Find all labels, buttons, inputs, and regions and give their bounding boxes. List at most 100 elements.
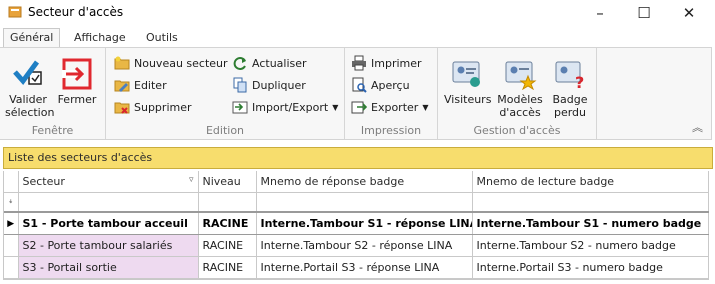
group-title-edition: Edition xyxy=(205,124,245,137)
folder-delete-icon xyxy=(114,102,130,114)
group-title-fenetre: Fenêtre xyxy=(31,124,74,137)
filter-row: ⍖ xyxy=(4,192,709,213)
folder-new-icon xyxy=(114,56,130,70)
table-row[interactable]: ▶ S1 - Porte tambour acceuil RACINE Inte… xyxy=(4,211,709,235)
validate-check-icon xyxy=(13,60,42,85)
access-model-badge-icon xyxy=(505,61,537,90)
filter-cell[interactable] xyxy=(18,192,199,213)
sectors-grid: Secteur ▿ Niveau Mnemo de réponse badge M… xyxy=(3,171,709,280)
modeles-label: Modèles xyxy=(497,93,543,106)
filter-cell[interactable] xyxy=(472,192,709,213)
dupliquer-button[interactable]: Dupliquer xyxy=(232,76,306,94)
badge-label: Badge xyxy=(552,93,588,106)
cell-mnemo-reponse[interactable]: Interne.Portail S3 - réponse LINA xyxy=(256,256,473,279)
import-export-icon xyxy=(232,101,248,114)
cell-niveau[interactable]: RACINE xyxy=(198,211,257,235)
window-title: Secteur d'accès xyxy=(28,5,124,19)
export-icon xyxy=(351,101,367,114)
cell-mnemo-lecture[interactable]: Interne.Tambour S2 - numero badge xyxy=(472,234,709,257)
modeles-label-2: d'accès xyxy=(499,106,541,119)
group-edition: Nouveau secteur Editer Supprimer Actuali… xyxy=(106,48,345,139)
group-impression: Imprimer Aperçu Exporter ▼ Impression xyxy=(345,48,438,139)
refresh-icon xyxy=(233,57,246,70)
exit-icon xyxy=(62,58,92,90)
ribbon-tabs: Général Affichage Outils xyxy=(0,25,715,47)
column-header-mnemo-reponse[interactable]: Mnemo de réponse badge xyxy=(256,171,473,193)
tab-outils[interactable]: Outils xyxy=(140,29,184,47)
panel-header: Liste des secteurs d'accès xyxy=(3,147,713,169)
apercu-label: Aperçu xyxy=(371,78,410,92)
ribbon: Valider sélection Fermer Fenêtre Nouveau… xyxy=(0,47,712,140)
supprimer-label: Supprimer xyxy=(134,100,192,114)
actualiser-label: Actualiser xyxy=(252,56,307,70)
maximize-button[interactable]: ☐ xyxy=(621,0,667,25)
filter-funnel-icon[interactable]: ▿ xyxy=(189,175,194,185)
cell-niveau[interactable]: RACINE xyxy=(198,256,257,279)
cell-secteur[interactable]: S2 - Porte tambour salariés xyxy=(18,234,199,257)
filter-pin-icon: ⍖ xyxy=(4,192,19,213)
editer-button[interactable]: Editer xyxy=(114,76,167,94)
title-bar: Secteur d'accès – ☐ ✕ xyxy=(0,0,715,25)
column-header-secteur[interactable]: Secteur ▿ xyxy=(18,171,199,193)
editer-label: Editer xyxy=(134,78,167,92)
imprimer-label: Imprimer xyxy=(371,56,422,70)
filter-cell[interactable] xyxy=(256,192,473,213)
fermer-label: Fermer xyxy=(57,93,97,106)
grid-header-row: Secteur ▿ Niveau Mnemo de réponse badge M… xyxy=(4,171,709,193)
row-indicator xyxy=(4,234,19,257)
visitor-badge-icon xyxy=(452,61,480,87)
current-row-arrow-icon: ▶ xyxy=(4,211,19,235)
duplicate-icon xyxy=(233,77,247,93)
import-export-button[interactable]: Import/Export ▼ xyxy=(232,98,338,116)
column-header-niveau[interactable]: Niveau xyxy=(198,171,257,193)
table-row[interactable]: S2 - Porte tambour salariés RACINE Inter… xyxy=(4,234,709,257)
cell-secteur[interactable]: S3 - Portail sortie xyxy=(18,256,199,279)
apercu-button[interactable]: Aperçu xyxy=(351,76,410,94)
validate-label-2: sélection xyxy=(5,106,55,119)
visiteurs-button[interactable]: Visiteurs xyxy=(444,58,492,106)
cell-mnemo-reponse[interactable]: Interne.Tambour S1 - réponse LINA xyxy=(256,211,473,235)
imprimer-button[interactable]: Imprimer xyxy=(351,54,422,72)
row-indicator-header xyxy=(4,171,19,193)
supprimer-button[interactable]: Supprimer xyxy=(114,98,192,116)
exporter-button[interactable]: Exporter ▼ xyxy=(351,98,428,116)
table-row[interactable]: S3 - Portail sortie RACINE Interne.Porta… xyxy=(4,256,709,279)
badge-label-2: perdu xyxy=(553,106,587,119)
svg-text:?: ? xyxy=(575,73,584,90)
lost-badge-icon: ? xyxy=(555,61,584,90)
group-gestion-acces: Visiteurs Modèles d'accès ? Badge perdu … xyxy=(438,48,597,139)
cell-secteur[interactable]: S1 - Porte tambour acceuil xyxy=(18,211,199,235)
visiteurs-label: Visiteurs xyxy=(444,93,492,106)
tab-affichage[interactable]: Affichage xyxy=(68,29,132,47)
minimize-button[interactable]: – xyxy=(577,0,623,25)
dropdown-arrow-icon: ▼ xyxy=(332,102,339,112)
cell-mnemo-lecture[interactable]: Interne.Tambour S1 - numero badge xyxy=(472,211,709,235)
row-indicator xyxy=(4,256,19,279)
close-button[interactable]: ✕ xyxy=(666,0,712,25)
column-header-mnemo-lecture[interactable]: Mnemo de lecture badge xyxy=(472,171,709,193)
filter-cell[interactable] xyxy=(198,192,257,213)
cell-mnemo-lecture[interactable]: Interne.Portail S3 - numero badge xyxy=(472,256,709,279)
nouveau-secteur-button[interactable]: Nouveau secteur xyxy=(114,54,228,72)
fermer-button[interactable]: Fermer xyxy=(55,58,99,106)
actualiser-button[interactable]: Actualiser xyxy=(232,54,307,72)
validate-label: Valider xyxy=(9,93,47,106)
exporter-label: Exporter xyxy=(371,100,419,114)
modeles-acces-button[interactable]: Modèles d'accès xyxy=(494,58,546,119)
tab-general[interactable]: Général xyxy=(3,28,61,47)
group-title-impression: Impression xyxy=(360,124,422,137)
nouveau-secteur-label: Nouveau secteur xyxy=(134,56,228,70)
printer-icon xyxy=(352,55,366,71)
collapse-ribbon-icon[interactable]: ︽ xyxy=(692,119,703,135)
dropdown-arrow-icon: ▼ xyxy=(422,102,429,112)
group-title-gestion: Gestion d'accès xyxy=(473,124,561,137)
import-export-label: Import/Export xyxy=(252,100,329,114)
folder-edit-icon xyxy=(114,80,130,92)
group-fenetre: Valider sélection Fermer Fenêtre xyxy=(0,48,106,139)
print-preview-icon xyxy=(352,77,367,93)
badge-perdu-button[interactable]: ? Badge perdu xyxy=(548,58,592,119)
cell-niveau[interactable]: RACINE xyxy=(198,234,257,257)
cell-mnemo-reponse[interactable]: Interne.Tambour S2 - réponse LINA xyxy=(256,234,473,257)
validate-selection-button[interactable]: Valider sélection xyxy=(5,58,55,119)
column-label: Secteur xyxy=(22,175,65,188)
